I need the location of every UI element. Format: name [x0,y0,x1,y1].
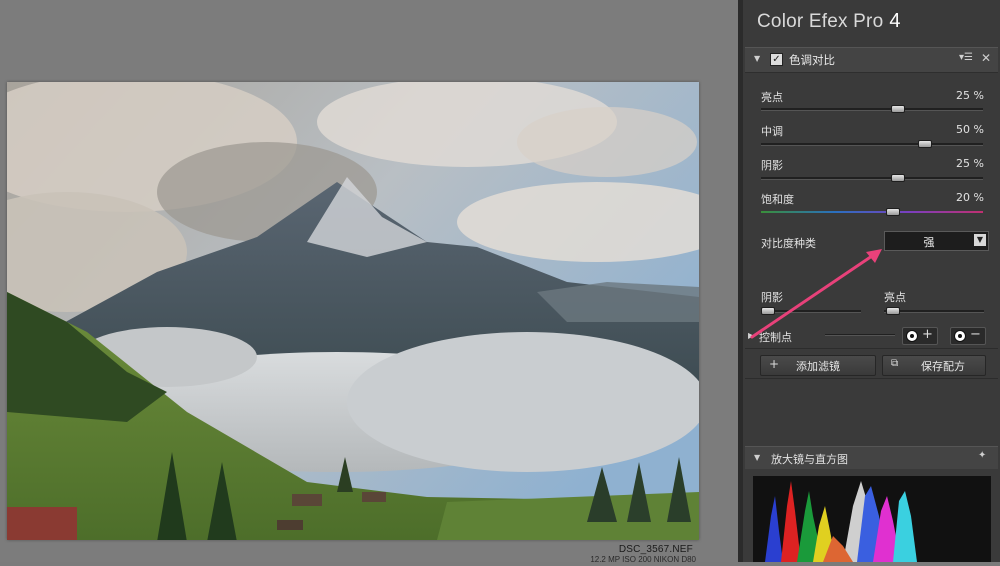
minus-icon: − [970,327,981,342]
close-icon[interactable]: ✕ [981,51,991,65]
add-control-point-button[interactable]: + [902,327,938,345]
plus-icon: + [922,327,933,342]
mini-slider-label-shadows: 阴影 [761,291,783,304]
slider-thumb[interactable] [891,174,905,182]
filter-name: 色调对比 [789,53,835,67]
remove-control-point-button[interactable]: − [950,327,986,345]
control-points-row: ▶ 控制点 + − [745,326,998,346]
save-recipe-label: 保存配方 [921,360,965,373]
slider-label: 中调 [761,125,783,138]
contrast-type-select[interactable]: 强 ▼ [884,231,989,251]
slider-label: 亮点 [761,91,783,104]
app-name: Color Efex Pro [757,11,884,32]
slider-label: 饱和度 [761,193,794,206]
contrast-type-value: 强 [923,236,935,249]
file-info: 12.2 MP ISO 200 NIKON D80 [590,555,696,564]
section-separator [745,378,998,379]
mini-slider-track-shadows[interactable] [761,310,861,313]
loupe-title: 放大镜与直方图 [771,453,848,466]
histogram-graph [765,481,917,562]
app-title: Color Efex Pro 4 [757,10,901,33]
control-point-icon [906,330,918,342]
mini-slider-thumb-highlights[interactable] [886,307,900,315]
histogram [753,476,991,562]
app-version: 4 [889,10,901,32]
control-points-label: 控制点 [759,331,792,344]
filter-panel: Color Efex Pro 4 ▼ ✓ 色调对比 ▾☰ ✕ 亮点 25 % 中调… [743,0,1000,562]
control-points-line [825,334,895,336]
landscape-photo [7,82,699,540]
image-canvas: DSC_3567.NEF 12.2 MP ISO 200 NIKON D80 [0,0,738,564]
save-recipe-button[interactable]: ⧉ 保存配方 [882,355,986,376]
expand-caret-icon[interactable]: ▶ [748,331,754,340]
saturation-track[interactable] [761,211,983,213]
slider-thumb[interactable] [918,140,932,148]
dropdown-arrow-icon[interactable]: ▼ [974,234,986,246]
filter-menu-icon[interactable]: ▾☰ [959,52,973,63]
add-filter-label: 添加滤镜 [796,360,840,373]
slider-thumb[interactable] [891,105,905,113]
collapse-caret-icon[interactable]: ▼ [754,54,760,63]
slider-label: 阴影 [761,159,783,172]
loupe-header[interactable]: ▼ 放大镜与直方图 ✦ [745,446,998,469]
slider-value: 50 % [956,123,984,136]
slider-value: 25 % [956,157,984,170]
section-separator [745,348,998,349]
slider-thumb[interactable] [886,208,900,216]
filter-enable-checkbox[interactable]: ✓ [770,53,783,66]
slider-value: 20 % [956,191,984,204]
slider-track[interactable] [761,108,983,111]
mini-slider-label-highlights: 亮点 [884,291,906,304]
slider-value: 25 % [956,89,984,102]
slider-track[interactable] [761,143,983,146]
slider-track[interactable] [761,177,983,180]
mini-slider-thumb-shadows[interactable] [761,307,775,315]
control-point-icon [954,330,966,342]
collapse-caret-icon[interactable]: ▼ [754,453,760,462]
filter-header[interactable]: ▼ ✓ 色调对比 ▾☰ ✕ [745,47,998,73]
pin-icon[interactable]: ✦ [978,450,986,461]
file-name: DSC_3567.NEF [618,544,693,555]
preview-photo[interactable] [7,82,699,540]
add-filter-button[interactable]: + 添加滤镜 [760,355,876,376]
contrast-type-label: 对比度种类 [761,237,816,250]
